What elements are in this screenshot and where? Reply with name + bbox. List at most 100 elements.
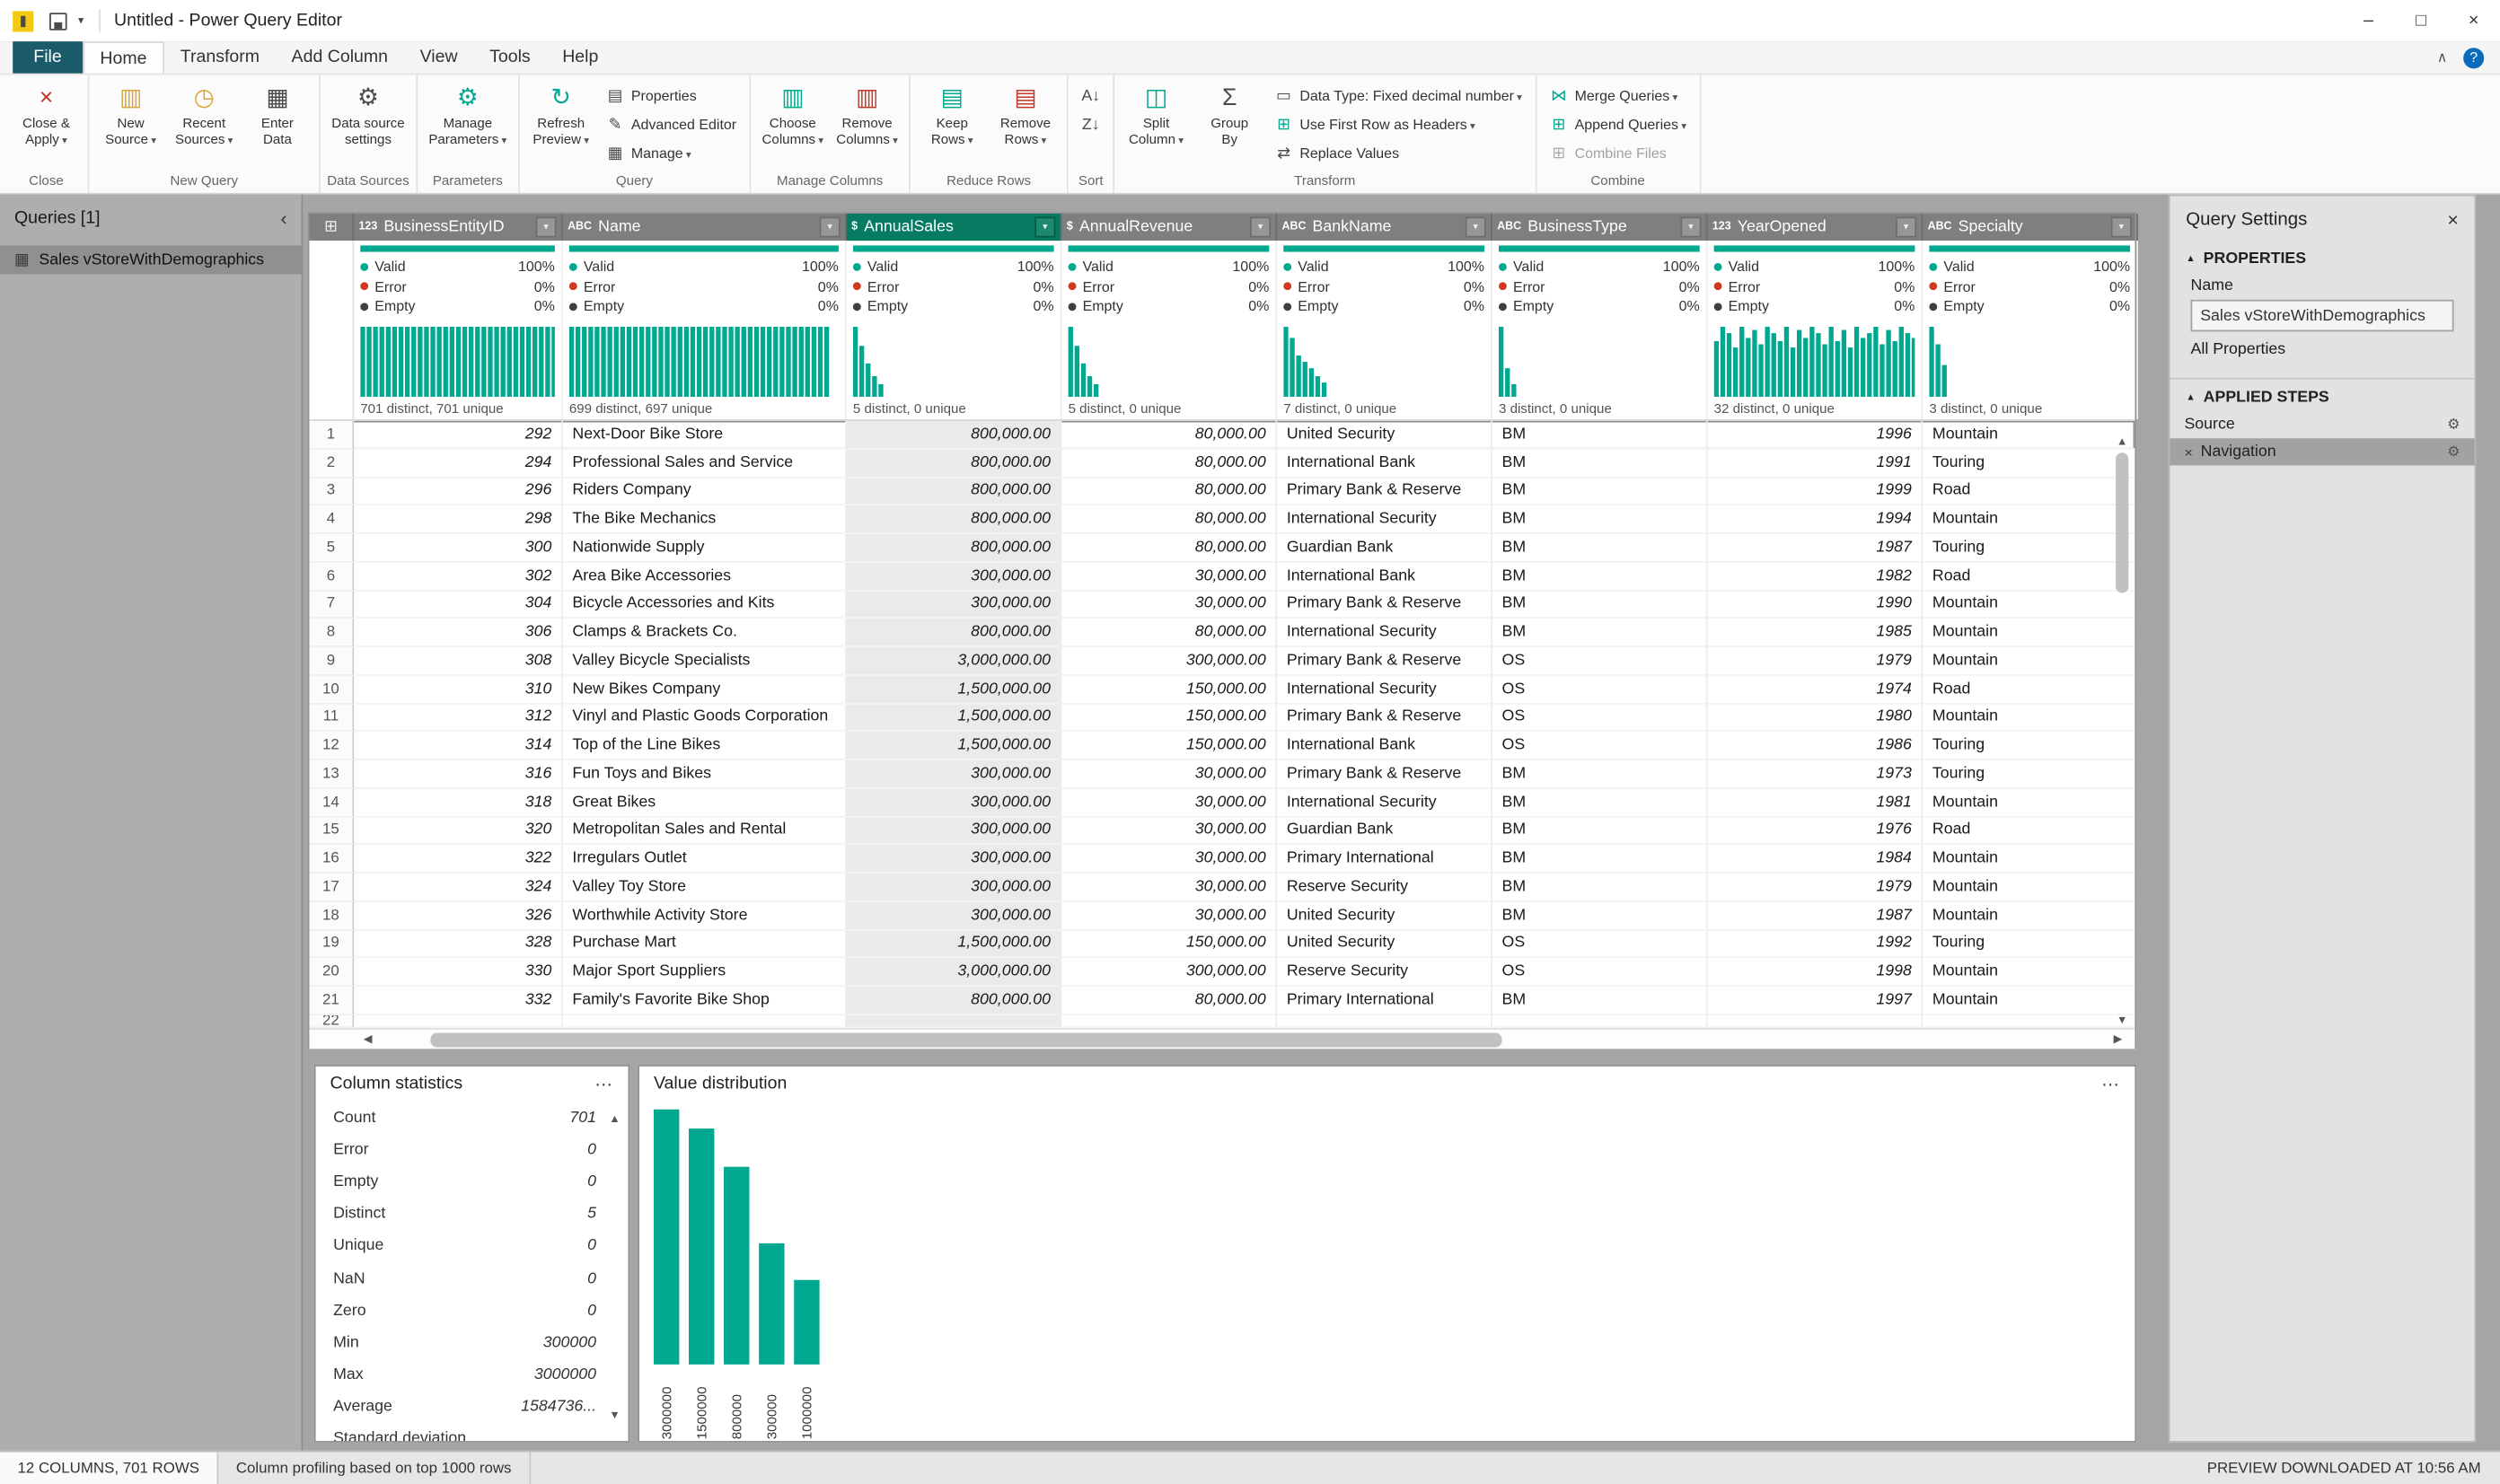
- cell[interactable]: 1984: [1708, 845, 1923, 874]
- scroll-down-icon[interactable]: ▼: [2117, 1015, 2127, 1026]
- cell[interactable]: BM: [1492, 534, 1708, 563]
- cell[interactable]: BM: [1492, 505, 1708, 534]
- cell[interactable]: Primary Bank & Reserve: [1277, 591, 1492, 619]
- properties-section-header[interactable]: ▲ PROPERTIES: [2170, 241, 2474, 273]
- row-number[interactable]: 15: [309, 817, 354, 846]
- menu-tab-help[interactable]: Help: [546, 41, 614, 74]
- column-header-bankname[interactable]: ABCBankName▾: [1277, 214, 1492, 241]
- row-number[interactable]: 6: [309, 562, 354, 591]
- cell[interactable]: 150,000.00: [1061, 732, 1277, 760]
- row-number[interactable]: 14: [309, 788, 354, 817]
- close-window-button[interactable]: ×: [2447, 0, 2500, 41]
- cell[interactable]: 1,500,000.00: [847, 704, 1062, 733]
- cell[interactable]: Mountain: [1923, 619, 2135, 647]
- horizontal-scrollbar[interactable]: ◀ ▶: [309, 1028, 2135, 1049]
- cell[interactable]: United Security: [1277, 930, 1492, 959]
- filter-icon[interactable]: ▾: [820, 216, 841, 237]
- cell[interactable]: Touring: [1923, 760, 2135, 789]
- cell[interactable]: Touring: [1923, 732, 2135, 760]
- manage-button[interactable]: ▦Manage ▾: [599, 138, 743, 167]
- cell[interactable]: 300,000.00: [847, 874, 1062, 902]
- cell[interactable]: 304: [354, 591, 563, 619]
- cell[interactable]: Valley Bicycle Specialists: [563, 647, 847, 676]
- use-first-row-as-headers-button[interactable]: ⊞Use First Row as Headers ▾: [1268, 110, 1528, 139]
- row-number[interactable]: 19: [309, 930, 354, 959]
- menu-tab-add-column[interactable]: Add Column: [276, 41, 404, 74]
- cell[interactable]: 1,500,000.00: [847, 732, 1062, 760]
- cell[interactable]: Mountain: [1923, 591, 2135, 619]
- refresh-preview-button[interactable]: ↻RefreshPreview ▾: [526, 78, 596, 171]
- cell[interactable]: 300,000.00: [847, 817, 1062, 846]
- cell[interactable]: Road: [1923, 478, 2135, 506]
- panel-menu-icon[interactable]: ⋯: [594, 1074, 613, 1094]
- vertical-scroll-thumb[interactable]: [2116, 452, 2128, 593]
- cell[interactable]: BM: [1492, 562, 1708, 591]
- cell[interactable]: [354, 1015, 563, 1028]
- cell[interactable]: Top of the Line Bikes: [563, 732, 847, 760]
- cell[interactable]: 300,000.00: [847, 845, 1062, 874]
- cell[interactable]: Mountain: [1923, 704, 2135, 733]
- cell[interactable]: OS: [1492, 959, 1708, 988]
- save-icon[interactable]: [49, 12, 67, 30]
- row-number[interactable]: 3: [309, 478, 354, 506]
- cell[interactable]: 296: [354, 478, 563, 506]
- cell[interactable]: 300,000.00: [847, 591, 1062, 619]
- step-settings-icon[interactable]: ⚙: [2447, 416, 2460, 434]
- row-number[interactable]: 10: [309, 675, 354, 704]
- cell[interactable]: BM: [1492, 901, 1708, 930]
- distribution-bar[interactable]: [759, 1243, 784, 1365]
- cell[interactable]: Road: [1923, 675, 2135, 704]
- cell[interactable]: The Bike Mechanics: [563, 505, 847, 534]
- cell[interactable]: International Bank: [1277, 732, 1492, 760]
- column-header-specialty[interactable]: ABCSpecialty▾: [1923, 214, 2138, 241]
- cell[interactable]: 300,000.00: [847, 760, 1062, 789]
- cell[interactable]: 308: [354, 647, 563, 676]
- cell[interactable]: 30,000.00: [1061, 591, 1277, 619]
- cell[interactable]: 298: [354, 505, 563, 534]
- cell[interactable]: 1979: [1708, 874, 1923, 902]
- cell[interactable]: 294: [354, 449, 563, 478]
- row-number[interactable]: 18: [309, 901, 354, 930]
- cell[interactable]: Fun Toys and Bikes: [563, 760, 847, 789]
- row-number[interactable]: 9: [309, 647, 354, 676]
- cell[interactable]: Touring: [1923, 449, 2135, 478]
- filter-icon[interactable]: ▾: [1680, 216, 1701, 237]
- cell[interactable]: 318: [354, 788, 563, 817]
- choose-columns-button[interactable]: ▥ChooseColumns ▾: [757, 78, 828, 171]
- sort-za-button[interactable]: Z↓: [1075, 110, 1107, 139]
- cell[interactable]: Reserve Security: [1277, 874, 1492, 902]
- cell[interactable]: International Bank: [1277, 562, 1492, 591]
- filter-icon[interactable]: ▾: [1896, 216, 1916, 237]
- cell[interactable]: BM: [1492, 478, 1708, 506]
- cell[interactable]: 1982: [1708, 562, 1923, 591]
- cell[interactable]: OS: [1492, 647, 1708, 676]
- row-number[interactable]: 13: [309, 760, 354, 789]
- cell[interactable]: 332: [354, 987, 563, 1015]
- cell[interactable]: BM: [1492, 817, 1708, 846]
- cell[interactable]: Major Sport Suppliers: [563, 959, 847, 988]
- row-number[interactable]: 5: [309, 534, 354, 563]
- cell[interactable]: BM: [1492, 421, 1708, 450]
- query-name-input[interactable]: [2191, 300, 2454, 332]
- row-number[interactable]: 22: [309, 1015, 354, 1028]
- cell[interactable]: International Security: [1277, 505, 1492, 534]
- filter-icon[interactable]: ▾: [1250, 216, 1271, 237]
- cell[interactable]: 1,500,000.00: [847, 675, 1062, 704]
- cell[interactable]: Mountain: [1923, 845, 2135, 874]
- panel-menu-icon[interactable]: ⋯: [2101, 1074, 2120, 1094]
- cell[interactable]: Vinyl and Plastic Goods Corporation: [563, 704, 847, 733]
- cell[interactable]: International Security: [1277, 788, 1492, 817]
- distribution-bar[interactable]: [724, 1167, 749, 1365]
- properties-button[interactable]: ▤Properties: [599, 82, 743, 110]
- merge-queries-button[interactable]: ⋈Merge Queries ▾: [1543, 82, 1693, 110]
- cell[interactable]: Mountain: [1923, 788, 2135, 817]
- cell[interactable]: 1985: [1708, 619, 1923, 647]
- cell[interactable]: Metropolitan Sales and Rental: [563, 817, 847, 846]
- cell[interactable]: 1987: [1708, 901, 1923, 930]
- cell[interactable]: BM: [1492, 874, 1708, 902]
- cell[interactable]: Riders Company: [563, 478, 847, 506]
- row-number[interactable]: 12: [309, 732, 354, 760]
- row-number[interactable]: 8: [309, 619, 354, 647]
- cell[interactable]: Primary Bank & Reserve: [1277, 760, 1492, 789]
- cell[interactable]: Purchase Mart: [563, 930, 847, 959]
